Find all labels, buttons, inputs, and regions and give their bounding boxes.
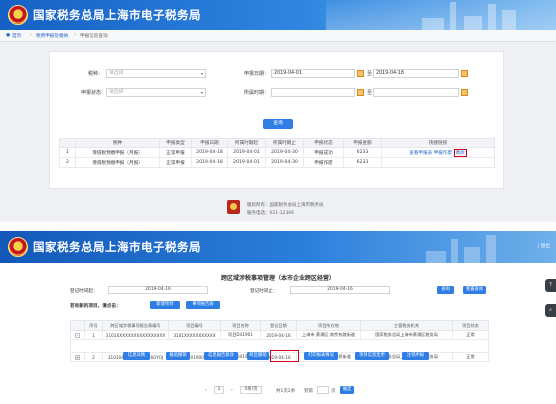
period-label: 所属时期： xyxy=(244,90,270,96)
next-page-icon[interactable]: › xyxy=(231,388,233,393)
cross-region-cancel-highlight xyxy=(270,350,299,362)
page-title: 跨区域涉税事项管理（本市企业跨区经营） xyxy=(220,275,335,282)
table-row: 2 增值税预缴申报（月报） 正常申报 2019-04-18 2019-04-01… xyxy=(59,157,495,168)
report-modify-button[interactable]: 信息报告修改 xyxy=(204,352,238,360)
pay-tax-link[interactable]: 缴款 xyxy=(453,148,467,157)
tax-type-label: 税种： xyxy=(88,71,104,77)
table-header: 序号 跨区域涉税事项报告表编号 项目编号 项目名称 登记日期 项目所在地 主管税… xyxy=(70,320,489,331)
reg-from-label: 登记时间起： xyxy=(70,289,98,294)
goto-label: 到第 xyxy=(304,389,313,394)
status-select[interactable]: 请选择 ▾ xyxy=(106,88,206,97)
search-icon[interactable]: ⌕ xyxy=(545,304,556,317)
logout-link[interactable]: | 退出 xyxy=(538,243,550,249)
pager-summary: 共1页2条 xyxy=(276,389,296,394)
chevron-right-icon: › xyxy=(30,32,32,38)
view-declaration-link[interactable]: 查看申报表 xyxy=(409,151,432,156)
table-header: 税种 申报类型 申报日期 所属时期起 所属时期止 申报状态 申报金额 快捷链接 xyxy=(59,138,495,148)
tax-emblem-logo xyxy=(8,237,28,257)
table-row: 1 增值税预缴申报（月报） 正常申报 2019-04-18 2019-04-01… xyxy=(59,147,495,158)
new-project-hint: 若有新的项目，请点击： xyxy=(70,304,121,309)
site-header: 国家税务总局上海市电子税务局 | 退出 xyxy=(0,231,556,263)
table-row: - 1 3101XXXXXXXXXXXXXXXXX 3101XXXXXXXXXX… xyxy=(70,330,489,340)
tax-type-select[interactable]: 请选择 ▾ xyxy=(106,69,206,78)
period-to-label: 至 xyxy=(367,90,373,96)
tax-bureau-logo xyxy=(227,200,240,214)
period-to-input[interactable] xyxy=(373,88,459,97)
prev-page-icon[interactable]: ‹ xyxy=(205,388,207,393)
query-button[interactable]: 查询 xyxy=(437,286,454,294)
calendar-icon[interactable] xyxy=(357,89,364,96)
footer-phone: 服务电话：021-12366 xyxy=(247,211,295,216)
print-report-button[interactable]: 打印报表情况 xyxy=(304,352,338,360)
goto-page-input[interactable] xyxy=(317,386,329,394)
search-button[interactable]: 查询 xyxy=(263,119,293,129)
breadcrumb: ● 首页 › 税费申报及缴纳 › 申报信息查询 xyxy=(0,30,556,42)
status-label: 申报状态： xyxy=(81,90,107,96)
info-detail-button[interactable]: 信息详情 xyxy=(123,352,150,360)
help-icon[interactable]: ? xyxy=(545,279,556,292)
chevron-right-icon: › xyxy=(74,32,76,38)
breadcrumb-home[interactable]: 首页 xyxy=(12,33,21,39)
screenshot-declaration-query: 国家税务总局上海市电子税务局 ● 首页 › 税费申报及缴纳 › 申报信息查询 税… xyxy=(0,0,556,222)
home-icon[interactable]: ● xyxy=(6,33,10,38)
report-form-button[interactable]: 事项报告表 xyxy=(186,301,220,309)
footer-copyright: 版权所有：国家税务总局上海市税务局 xyxy=(247,203,324,208)
site-title: 国家税务总局上海市电子税务局 xyxy=(33,240,201,254)
page-1[interactable]: 1 xyxy=(214,386,224,394)
declare-date-from-input[interactable]: 2019-04-01 xyxy=(271,69,355,78)
breadcrumb-tax-declaration[interactable]: 税费申报及缴纳 xyxy=(36,33,68,39)
declare-date-label: 申报日期： xyxy=(244,71,270,77)
declaration-table: 税种 申报类型 申报日期 所属时期起 所属时期止 申报状态 申报金额 快捷链接 … xyxy=(59,138,495,168)
period-from-input[interactable] xyxy=(271,88,355,97)
chevron-down-icon: ▾ xyxy=(200,90,203,95)
reg-to-label: 登记时间止： xyxy=(250,289,278,294)
cross-region-cancel-button[interactable]: 跨区撤销 xyxy=(247,352,269,360)
page-unit: 页 xyxy=(331,389,336,394)
quick-links: 查看申报表 申报作废 缴款 xyxy=(381,147,495,158)
void-declaration-link[interactable]: 申报作废 xyxy=(434,151,452,156)
goto-confirm-button[interactable]: 确定 xyxy=(340,386,354,394)
calendar-icon[interactable] xyxy=(357,70,364,77)
breadcrumb-current: 申报信息查询 xyxy=(80,34,108,39)
expand-icon[interactable]: + xyxy=(75,354,80,360)
tax-emblem-logo xyxy=(8,5,28,25)
declare-date-to-input[interactable]: 2019-04-18 xyxy=(373,69,459,78)
calendar-icon[interactable] xyxy=(461,89,468,96)
project-change-button[interactable]: 项目信息变更 xyxy=(355,352,389,360)
reg-to-input[interactable]: 2019-04-16 xyxy=(290,286,390,294)
expand-icon[interactable]: - xyxy=(75,332,80,338)
reset-query-button[interactable]: 重置查询 xyxy=(463,286,486,294)
calendar-icon[interactable] xyxy=(461,70,468,77)
screenshot-cross-region-management: 国家税务总局上海市电子税务局 | 退出 跨区域涉税事项管理（本市企业跨区经营） … xyxy=(0,231,556,404)
to-label: 至 xyxy=(367,71,373,77)
reg-from-input[interactable]: 2019-04-16 xyxy=(108,286,208,294)
site-header: 国家税务总局上海市电子税务局 xyxy=(0,0,556,30)
inspection-cancel-button[interactable]: 报验撤销 xyxy=(166,352,190,360)
per-page-select[interactable]: 5条/页 xyxy=(240,386,262,394)
deregister-button[interactable]: 注销申报 xyxy=(402,352,429,360)
new-project-button[interactable]: 新建项目 xyxy=(150,301,180,309)
chevron-down-icon: ▾ xyxy=(200,71,203,76)
site-title: 国家税务总局上海市电子税务局 xyxy=(33,8,201,22)
